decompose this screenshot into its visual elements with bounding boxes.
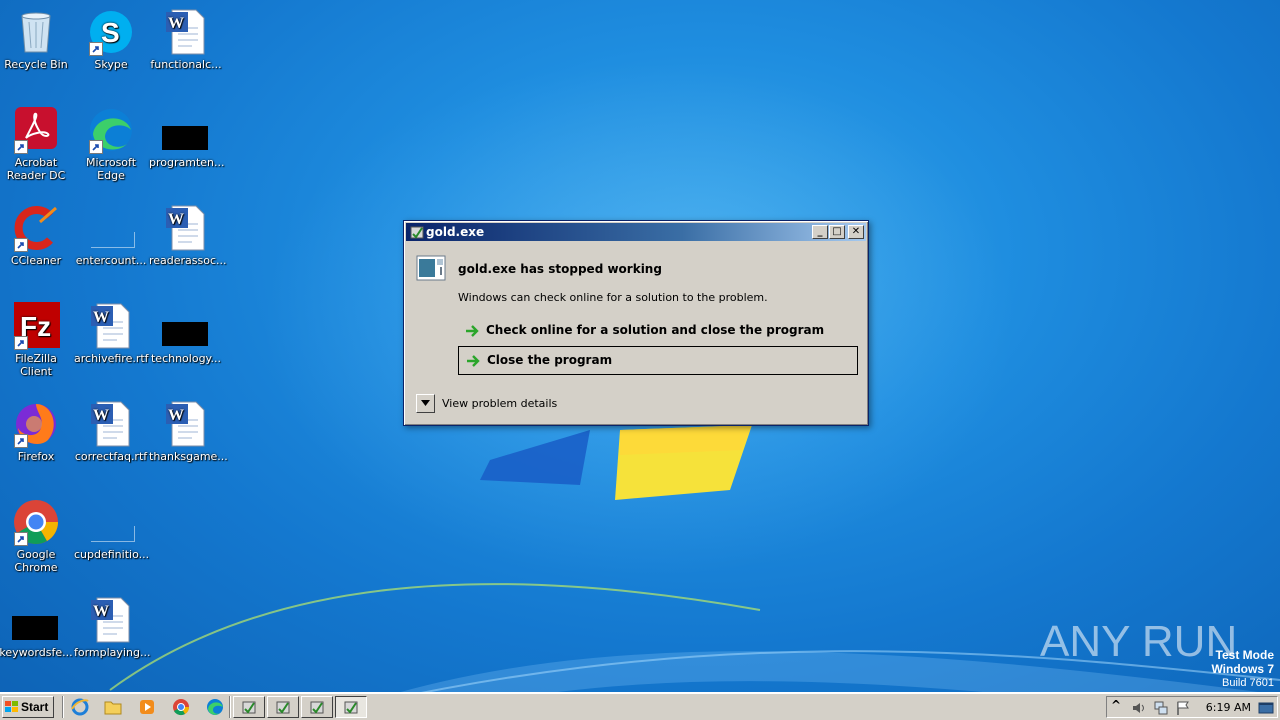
view-details-toggle[interactable]	[416, 394, 435, 413]
desktop-icon-firefox[interactable]: Firefox	[0, 400, 74, 463]
redacted-thumbnail	[162, 126, 208, 150]
desktop-icon-programten[interactable]: programten...	[148, 106, 225, 169]
system-tray: ^ 6:19 AM	[1106, 696, 1278, 718]
svg-text:W: W	[168, 407, 184, 424]
app-icon	[310, 701, 324, 714]
desktop-icon-thanksgame[interactable]: W thanksgame...	[148, 400, 228, 463]
app-icon	[276, 701, 290, 714]
chrome-icon[interactable]	[171, 697, 191, 717]
svg-text:W: W	[168, 211, 184, 228]
internet-explorer-icon[interactable]	[70, 697, 90, 717]
shortcut-arrow-icon	[14, 238, 28, 252]
maximize-button[interactable]: □	[829, 225, 845, 239]
svg-text:S: S	[101, 17, 120, 48]
volume-icon[interactable]	[1131, 700, 1147, 716]
start-button[interactable]: Start	[2, 696, 54, 718]
taskbar: Start ^ 6:19 AM	[0, 692, 1280, 720]
dialog-heading: gold.exe has stopped working	[458, 262, 662, 276]
network-icon[interactable]	[1153, 700, 1169, 716]
svg-text:W: W	[93, 603, 109, 620]
taskbar-task-gold[interactable]	[233, 696, 265, 718]
taskbar-task-gold-active[interactable]	[335, 696, 367, 718]
desktop-icon-keywordsfe[interactable]: keywordsfe...	[0, 596, 74, 659]
word-document-icon: W	[166, 401, 205, 447]
edge-icon[interactable]	[205, 697, 225, 717]
desktop-icon-acrobat[interactable]: Acrobat Reader DC	[0, 106, 74, 182]
blank-file-icon	[91, 526, 135, 542]
blank-file-icon	[91, 232, 135, 248]
redacted-thumbnail	[12, 616, 58, 640]
desktop-icon-technology[interactable]: technology...	[148, 302, 224, 365]
taskbar-clock[interactable]: 6:19 AM	[1206, 701, 1251, 714]
anyrun-watermark: ANY RUN	[1040, 617, 1237, 666]
taskbar-separator	[229, 696, 231, 718]
svg-text:ANY RUN: ANY RUN	[1040, 617, 1237, 666]
crash-dialog: gold.exe _ □ ✕ gold.exe has stopped work…	[403, 220, 869, 426]
desktop-icon-entercount[interactable]: entercount...	[73, 204, 149, 267]
word-document-icon: W	[91, 303, 130, 349]
desktop-icon-archivefire[interactable]: W archivefire.rtf	[73, 302, 149, 365]
show-desktop-icon[interactable]	[1258, 700, 1274, 716]
check-online-button[interactable]: Check online for a solution and close th…	[458, 317, 858, 346]
minimize-button[interactable]: _	[812, 225, 828, 239]
program-window-icon	[416, 255, 446, 281]
desktop-icon-recycle-bin[interactable]: Recycle Bin	[0, 8, 74, 71]
media-player-icon[interactable]	[137, 697, 157, 717]
taskbar-task-gold[interactable]	[267, 696, 299, 718]
word-document-icon: W	[91, 597, 130, 643]
shortcut-arrow-icon	[14, 532, 28, 546]
wallpaper-windows-logo	[480, 425, 752, 500]
desktop-icon-chrome[interactable]: Google Chrome	[0, 498, 74, 574]
app-icon	[410, 226, 424, 239]
svg-text:W: W	[93, 407, 109, 424]
word-document-icon: W	[166, 9, 205, 55]
shortcut-arrow-icon	[89, 140, 103, 154]
recycle-bin-icon	[21, 12, 51, 53]
green-arrow-icon	[466, 325, 479, 337]
desktop-icon-correctfaq[interactable]: W correctfaq.rtf	[73, 400, 149, 463]
svg-text:W: W	[168, 15, 184, 32]
desktop-icon-formplaying[interactable]: W formplaying...	[73, 596, 150, 659]
redacted-thumbnail	[162, 322, 208, 346]
dialog-message: Windows can check online for a solution …	[458, 291, 768, 304]
close-button[interactable]: ✕	[848, 225, 864, 239]
desktop-icon-cupdefinitio[interactable]: cupdefinitio...	[73, 498, 149, 561]
word-document-icon: W	[91, 401, 130, 447]
app-icon	[344, 701, 358, 714]
folder-icon[interactable]	[103, 697, 123, 717]
svg-text:W: W	[93, 309, 109, 326]
word-document-icon: W	[166, 205, 205, 251]
dialog-titlebar[interactable]: gold.exe _ □ ✕	[406, 223, 866, 241]
desktop-icon-edge[interactable]: Microsoft Edge	[73, 106, 149, 182]
shortcut-arrow-icon	[89, 42, 103, 56]
tray-expand-chevron-icon[interactable]: ^	[1111, 698, 1127, 714]
windows-flag-icon	[5, 701, 18, 712]
desktop-icon-functionalc[interactable]: W functionalc...	[148, 8, 224, 71]
view-details-label[interactable]: View problem details	[442, 397, 557, 410]
green-arrow-icon	[467, 355, 480, 367]
test-mode-label: Test Mode Windows 7 Build 7601	[1211, 648, 1274, 689]
shortcut-arrow-icon	[14, 434, 28, 448]
desktop-icon-readerassoc[interactable]: W readerassoc...	[148, 204, 227, 267]
close-program-button[interactable]: Close the program	[458, 346, 858, 375]
chevron-down-icon	[421, 400, 430, 406]
taskbar-task-gold[interactable]	[301, 696, 333, 718]
desktop-icon-skype[interactable]: S Skype	[73, 8, 149, 71]
action-center-flag-icon[interactable]	[1175, 700, 1191, 716]
desktop-icon-ccleaner[interactable]: CCleaner	[0, 204, 74, 267]
app-icon	[242, 701, 256, 714]
taskbar-separator	[62, 696, 64, 718]
desktop-icon-filezilla[interactable]: Fz FileZilla Client	[0, 302, 74, 378]
shortcut-arrow-icon	[14, 336, 28, 350]
shortcut-arrow-icon	[14, 140, 28, 154]
dialog-title: gold.exe	[426, 225, 485, 239]
